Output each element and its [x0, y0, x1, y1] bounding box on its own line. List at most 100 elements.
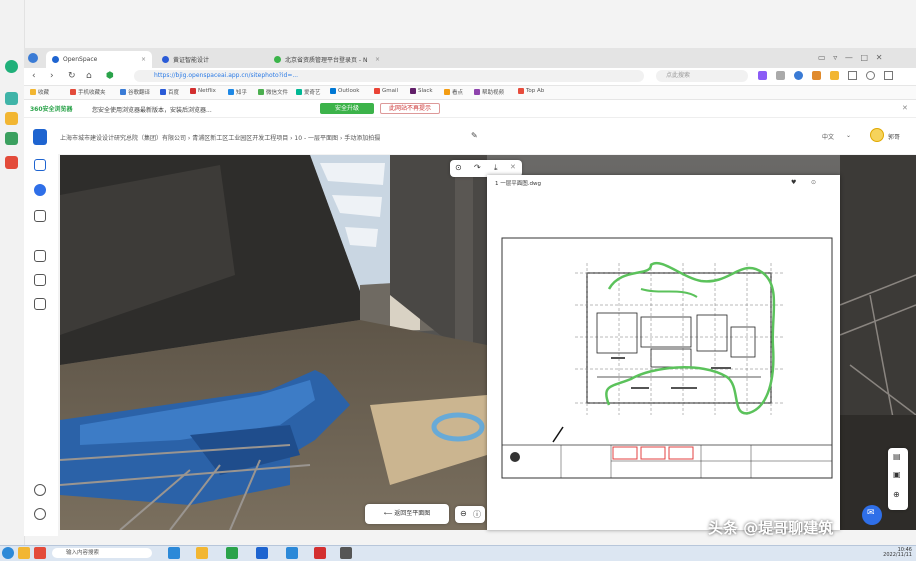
plan-title: 1 一层平面图.dwg: [495, 181, 541, 187]
games-icon[interactable]: [812, 71, 821, 80]
tool-sphere[interactable]: [34, 184, 46, 196]
taskbar-app-icon[interactable]: [18, 547, 30, 559]
username[interactable]: 郭哥: [888, 132, 900, 141]
watermark: 头条 @堤哥聊建筑: [708, 519, 834, 537]
favorites-icon[interactable]: [830, 71, 839, 80]
bookmark-item[interactable]: Gmail: [374, 88, 398, 94]
taskbar-app-icon[interactable]: [34, 547, 46, 559]
mail-icon[interactable]: [5, 156, 18, 169]
maximize-icon[interactable]: □: [861, 53, 869, 62]
bookmark-item[interactable]: 知乎: [228, 88, 247, 96]
taskbar-app-icon[interactable]: [340, 547, 352, 559]
tab-openspace[interactable]: OpenSpace ×: [46, 51, 152, 68]
bookmark-item[interactable]: 谷歌翻译: [120, 88, 150, 96]
bookmark-icon: [190, 88, 196, 94]
reload-icon[interactable]: ↻: [68, 71, 76, 82]
grid-menu-icon[interactable]: [848, 71, 857, 80]
map-icon[interactable]: ▤: [893, 452, 901, 461]
settings-icon[interactable]: [884, 71, 893, 80]
info-icon[interactable]: ⓘ: [473, 509, 481, 520]
bookmark-item[interactable]: Netflix: [190, 88, 216, 94]
tool-camera[interactable]: [34, 250, 46, 262]
bookmark-item[interactable]: 百度: [160, 88, 179, 96]
tool-measure[interactable]: [34, 274, 46, 286]
dismiss-button[interactable]: 此网站不再提示: [380, 103, 440, 114]
layers-icon[interactable]: ▣: [893, 470, 901, 479]
taskbar-search-input[interactable]: 输入内容搜索: [52, 548, 152, 558]
bookmark-item[interactable]: Slack: [410, 88, 433, 94]
bookmark-item[interactable]: 爱奇艺: [296, 88, 321, 96]
language-selector[interactable]: 中文: [822, 132, 834, 141]
restore-icon[interactable]: ▭: [818, 53, 826, 62]
forward-icon[interactable]: ›: [50, 71, 54, 82]
history-icon[interactable]: [866, 71, 875, 80]
scissors-icon[interactable]: [776, 71, 785, 80]
pin-icon[interactable]: ♥: [791, 179, 796, 186]
bookmarks-bar: 收藏 手机收藏夹 谷歌翻译 百度 Netflix 知乎 微信文件 爱奇艺 Out…: [24, 86, 916, 100]
home-icon[interactable]: ⌂: [86, 71, 92, 82]
security-shield-icon[interactable]: ⬢: [106, 71, 114, 82]
chat-button[interactable]: ✉: [862, 505, 882, 525]
share-icon[interactable]: ↷: [474, 163, 481, 172]
tool-settings[interactable]: [34, 484, 46, 496]
avatar[interactable]: [870, 128, 884, 142]
tab-label: OpenSpace: [63, 56, 98, 63]
web-search-input[interactable]: 点此搜索: [656, 70, 748, 82]
floor-plan-panel[interactable]: 1 一层平面图.dwg ♥ ⊙: [487, 175, 840, 530]
tool-route[interactable]: [34, 210, 46, 222]
breadcrumb[interactable]: 上海市城市建设设计研究总院（集团）有限公司 › 青浦区新工区工业园区开发工程项目…: [60, 133, 380, 142]
tab-design[interactable]: 黄证智能设计: [156, 51, 264, 68]
plan-close-icon[interactable]: ⊙: [811, 179, 816, 186]
bookmark-item[interactable]: 帮助视频: [474, 88, 504, 96]
edit-icon[interactable]: ✎: [471, 131, 478, 140]
app-header: 上海市城市建设设计研究总院（集团）有限公司 › 青浦区新工区工业园区开发工程项目…: [24, 118, 916, 154]
bookmark-item[interactable]: 手机收藏夹: [70, 88, 106, 96]
taskbar-app-icon[interactable]: [286, 547, 298, 559]
bookmark-item[interactable]: 微信文件: [258, 88, 288, 96]
tool-document[interactable]: [34, 298, 46, 310]
compass-icon[interactable]: ⊙: [455, 163, 462, 172]
notes-icon[interactable]: [5, 112, 18, 125]
files-icon[interactable]: [5, 132, 18, 145]
back-icon[interactable]: ‹: [32, 71, 36, 82]
bookmark-item[interactable]: Outlook: [330, 88, 359, 94]
browser-menu-icon[interactable]: [28, 53, 38, 63]
toolbar-close-icon[interactable]: ✕: [510, 163, 516, 171]
floor-plan-drawing[interactable]: [501, 237, 833, 479]
file-explorer-icon[interactable]: [196, 547, 208, 559]
bookmark-item[interactable]: 收藏: [30, 88, 49, 96]
wps-icon[interactable]: [314, 547, 326, 559]
app-launcher-icon[interactable]: [5, 60, 18, 73]
taskbar-clock[interactable]: 10:46 2022/11/11: [860, 548, 912, 558]
address-bar-row: ‹ › ↻ ⌂ ⬢ https://bjig.openspaceai.app.c…: [24, 68, 916, 86]
minimize-icon[interactable]: —: [845, 53, 853, 62]
zoom-fit-icon[interactable]: ⊖: [460, 509, 467, 518]
start-icon[interactable]: [2, 547, 14, 559]
browser-icon[interactable]: [226, 547, 238, 559]
tool-help[interactable]: [34, 508, 46, 520]
upgrade-button[interactable]: 安全升级: [320, 103, 374, 114]
bookmark-item[interactable]: Top Ab: [518, 88, 544, 94]
messages-icon[interactable]: [5, 92, 18, 105]
url-input[interactable]: https://bjig.openspaceai.app.cn/sitephot…: [134, 70, 644, 82]
back-to-plan-button[interactable]: ⟵ 返回至平面图: [365, 504, 449, 524]
taskbar-app-icon[interactable]: [168, 547, 180, 559]
tab-qualification[interactable]: 北京省资质管理平台登录页 - N ×: [268, 51, 386, 68]
tool-home[interactable]: [34, 159, 46, 171]
zoom-in-icon[interactable]: ⊕: [893, 490, 900, 499]
openspace-logo-icon[interactable]: [33, 129, 47, 145]
tab-close-icon[interactable]: ×: [375, 56, 380, 63]
taskbar-app-icon[interactable]: [256, 547, 268, 559]
pin-icon[interactable]: ▿: [833, 53, 837, 62]
window-close-icon[interactable]: ✕: [876, 53, 883, 62]
chevron-down-icon[interactable]: ⌄: [846, 132, 851, 139]
tab-label: 北京省资质管理平台登录页 - N: [285, 57, 368, 64]
notice-close-icon[interactable]: ✕: [902, 104, 908, 112]
bookmark-item[interactable]: 看点: [444, 88, 463, 96]
clock-date: 2022/11/11: [883, 552, 912, 558]
translate-icon[interactable]: [794, 71, 803, 80]
bookmark-icon: [518, 88, 524, 94]
tab-close-icon[interactable]: ×: [141, 56, 146, 63]
download-icon[interactable]: ⤓: [494, 163, 498, 173]
extension-icon[interactable]: [758, 71, 767, 80]
